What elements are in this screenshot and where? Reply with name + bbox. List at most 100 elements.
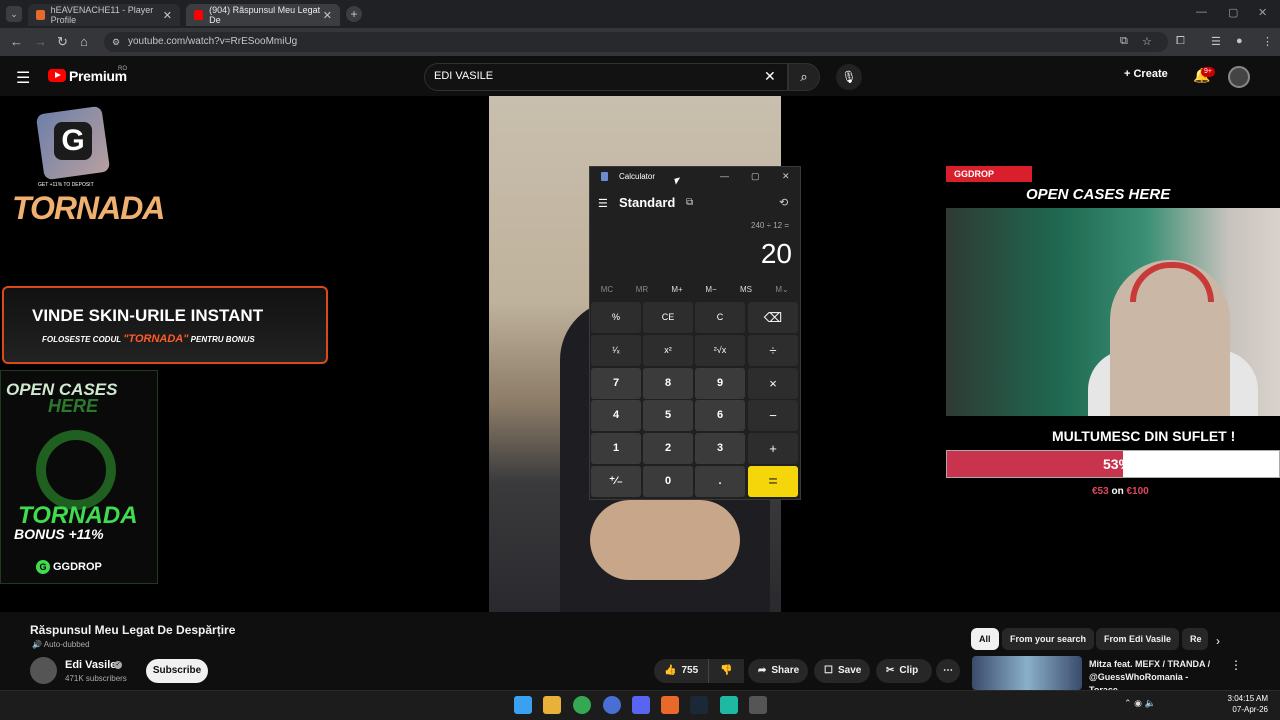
brave-icon[interactable] <box>661 696 679 714</box>
calc-maximize-icon[interactable]: ▢ <box>751 171 760 182</box>
chevron-right-icon[interactable]: › <box>1216 634 1220 648</box>
one-key[interactable]: 1 <box>591 433 641 464</box>
clear-key[interactable]: C <box>695 302 745 333</box>
file-explorer-icon[interactable] <box>543 696 561 714</box>
memory-list-button[interactable]: M⌄ <box>767 285 797 294</box>
site-info-icon[interactable]: ⚙ <box>112 37 120 48</box>
share-button[interactable]: ➦ Share <box>748 659 808 683</box>
five-key[interactable]: 5 <box>643 400 693 431</box>
clip-label: Clip <box>899 665 919 676</box>
multiply-key[interactable]: × <box>748 368 798 399</box>
two-key[interactable]: 2 <box>643 433 693 464</box>
maximize-window-icon[interactable]: ▢ <box>1228 6 1238 19</box>
chip-related[interactable]: Re <box>1182 628 1208 650</box>
calculator-app-icon <box>601 172 608 181</box>
forward-arrow-icon[interactable]: → <box>34 34 47 49</box>
percent-key[interactable]: % <box>591 302 641 333</box>
discord-icon[interactable] <box>632 696 650 714</box>
reciprocal-key[interactable]: ¹⁄ₓ <box>591 335 641 366</box>
history-icon[interactable]: ⟲ <box>779 196 788 209</box>
six-key[interactable]: 6 <box>695 400 745 431</box>
browser-tab-player-profile[interactable]: hEAVENACHE11 - Player Profile ✕ <box>28 4 180 26</box>
memory-recall-button[interactable]: MR <box>627 285 657 294</box>
site-favicon-icon <box>36 10 45 20</box>
video-title: Răspunsul Meu Legat De Despărțire <box>30 623 236 637</box>
seven-key[interactable]: 7 <box>591 368 641 399</box>
equals-key[interactable]: = <box>748 466 798 497</box>
install-app-icon[interactable]: ⧉ <box>1120 35 1128 48</box>
chip-from-edi-vasile[interactable]: From Edi Vasile <box>1096 628 1180 650</box>
app-icon[interactable] <box>603 696 621 714</box>
keep-on-top-icon[interactable]: ⧉ <box>686 197 693 208</box>
account-avatar[interactable] <box>1228 66 1250 88</box>
guide-menu-icon[interactable]: ☰ <box>16 68 30 88</box>
clip-button[interactable]: ✂ Clip <box>876 659 932 683</box>
memory-store-button[interactable]: MS <box>731 285 761 294</box>
backspace-key[interactable]: ⌫ <box>748 302 798 333</box>
subscriber-count: 471K subscribers <box>65 674 127 683</box>
clear-entry-key[interactable]: CE <box>643 302 693 333</box>
messaging-app-icon[interactable] <box>720 696 738 714</box>
chrome-icon[interactable] <box>573 696 591 714</box>
system-tray[interactable]: ⌃ ◉ 🔈 <box>1124 698 1156 709</box>
calc-minimize-icon[interactable]: — <box>720 171 729 181</box>
close-tab-icon[interactable]: ✕ <box>163 9 172 22</box>
plus-key[interactable]: + <box>748 433 798 464</box>
square-key[interactable]: x² <box>643 335 693 366</box>
calc-close-icon[interactable]: ✕ <box>782 171 790 182</box>
calc-expression: 240 ÷ 12 = <box>751 221 789 230</box>
steam-icon[interactable] <box>690 696 708 714</box>
nine-key[interactable]: 9 <box>695 368 745 399</box>
zero-key[interactable]: 0 <box>643 466 693 497</box>
memory-add-button[interactable]: M+ <box>662 285 692 294</box>
four-key[interactable]: 4 <box>591 400 641 431</box>
decimal-key[interactable]: . <box>695 466 745 497</box>
promo-code: "TORNADA" <box>123 333 189 345</box>
negate-key[interactable]: ⁺⁄₋ <box>591 466 641 497</box>
browser-menu-icon[interactable]: ⋮ <box>1262 35 1273 48</box>
open-cases-here-text: OPEN CASES HERE <box>1026 186 1171 203</box>
youtube-logo-icon[interactable] <box>48 69 66 82</box>
start-windows-icon[interactable] <box>514 696 532 714</box>
ggdrop-logo-left: G GGDROP <box>36 560 102 574</box>
bookmark-star-icon[interactable]: ☆ <box>1142 35 1152 48</box>
new-tab-button[interactable]: + <box>346 6 362 22</box>
channel-name[interactable]: Edi Vasile <box>65 659 116 671</box>
chip-from-your-search[interactable]: From your search <box>1002 628 1095 650</box>
minus-key[interactable]: − <box>748 400 798 431</box>
memory-clear-button[interactable]: MC <box>592 285 622 294</box>
minimize-window-icon[interactable]: — <box>1196 6 1207 18</box>
taskbar-clock[interactable]: 3:04:15 AM 07-Apr-26 <box>1222 693 1268 715</box>
tab-search-button[interactable]: ⌄ <box>6 6 22 22</box>
voice-search-button[interactable]: 🎙 <box>836 64 862 90</box>
eight-key[interactable]: 8 <box>643 368 693 399</box>
three-key[interactable]: 3 <box>695 433 745 464</box>
subscribe-button[interactable]: Subscribe <box>146 659 208 683</box>
divide-key[interactable]: ÷ <box>748 335 798 366</box>
ggdrop-g-logo: G <box>54 122 92 160</box>
extensions-icon[interactable]: ⧠ <box>1176 35 1185 48</box>
search-input[interactable]: EDI VASILE <box>434 70 493 82</box>
channel-avatar[interactable] <box>30 657 57 684</box>
search-button[interactable]: ⌕ <box>788 63 820 91</box>
close-tab-icon[interactable]: ✕ <box>323 9 332 22</box>
profile-icon[interactable]: ● <box>1236 35 1243 47</box>
clear-search-icon[interactable]: ✕ <box>764 68 776 85</box>
reload-icon[interactable]: ↻ <box>57 34 68 50</box>
related-more-icon[interactable]: ⋮ <box>1230 658 1242 672</box>
related-video-thumbnail[interactable] <box>972 656 1082 690</box>
memory-subtract-button[interactable]: M− <box>696 285 726 294</box>
square-root-key[interactable]: ²√x <box>695 335 745 366</box>
browser-tab-youtube[interactable]: (904) Răspunsul Meu Legat De ✕ <box>186 4 340 26</box>
reading-list-icon[interactable]: ☰ <box>1211 35 1221 48</box>
dislike-button[interactable]: 👎 <box>708 659 744 683</box>
calc-navigation-menu-icon[interactable]: ☰ <box>598 197 608 210</box>
calculator-taskbar-icon[interactable] <box>749 696 767 714</box>
chip-all[interactable]: All <box>971 628 999 650</box>
close-window-icon[interactable]: ✕ <box>1258 6 1267 19</box>
save-button[interactable]: ☐ Save <box>814 659 870 683</box>
create-button[interactable]: + Create <box>1124 68 1168 80</box>
back-arrow-icon[interactable]: ← <box>10 34 23 49</box>
home-icon[interactable]: ⌂ <box>80 34 88 49</box>
more-actions-button[interactable]: ⋯ <box>936 659 960 683</box>
